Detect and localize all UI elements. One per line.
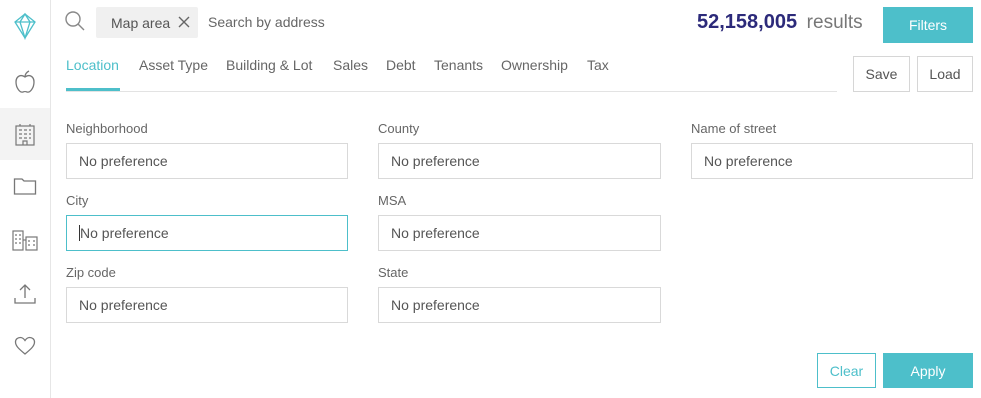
- apply-button[interactable]: Apply: [883, 353, 973, 388]
- results-summary: 52,158,005 results: [697, 11, 863, 34]
- clear-button[interactable]: Clear: [817, 353, 876, 388]
- city-field[interactable]: No preference: [66, 215, 348, 251]
- state-label: State: [378, 265, 409, 280]
- results-label: results: [806, 12, 863, 33]
- save-button[interactable]: Save: [853, 56, 910, 92]
- tab-building-lot[interactable]: Building & Lot: [226, 57, 312, 73]
- buildings-compare-icon[interactable]: [0, 214, 50, 266]
- search-icon[interactable]: [64, 10, 86, 32]
- building-icon[interactable]: [0, 108, 50, 160]
- logo-icon[interactable]: [0, 0, 50, 52]
- results-count: 52,158,005: [697, 11, 798, 33]
- folder-icon[interactable]: [0, 160, 50, 212]
- apple-icon[interactable]: [0, 56, 50, 108]
- county-label: County: [378, 121, 420, 136]
- zip-code-value: No preference: [79, 297, 168, 313]
- map-area-chip: Map area: [96, 7, 198, 38]
- tab-sales[interactable]: Sales: [333, 57, 368, 73]
- street-name-field[interactable]: No preference: [691, 143, 973, 179]
- state-field[interactable]: No preference: [378, 287, 661, 323]
- address-search-input[interactable]: [208, 10, 508, 34]
- active-tab-indicator: [66, 88, 120, 91]
- load-button[interactable]: Load: [917, 56, 973, 92]
- city-value: No preference: [80, 225, 169, 241]
- neighborhood-field[interactable]: No preference: [66, 143, 348, 179]
- county-field[interactable]: No preference: [378, 143, 661, 179]
- chip-label: Map area: [111, 14, 171, 31]
- zip-code-field[interactable]: No preference: [66, 287, 348, 323]
- tab-asset-type[interactable]: Asset Type: [139, 57, 208, 73]
- msa-field[interactable]: No preference: [378, 215, 661, 251]
- neighborhood-value: No preference: [79, 153, 168, 169]
- sidebar: [0, 0, 51, 398]
- tab-debt[interactable]: Debt: [386, 57, 416, 73]
- county-value: No preference: [391, 153, 480, 169]
- close-icon[interactable]: [177, 15, 191, 29]
- upload-icon[interactable]: [0, 268, 50, 320]
- tab-location[interactable]: Location: [66, 57, 119, 73]
- street-name-value: No preference: [704, 153, 793, 169]
- msa-value: No preference: [391, 225, 480, 241]
- filter-tabs: Location Asset Type Building & Lot Sales…: [66, 57, 837, 92]
- neighborhood-label: Neighborhood: [66, 121, 148, 136]
- filters-button[interactable]: Filters: [883, 7, 973, 43]
- tab-tax[interactable]: Tax: [587, 57, 609, 73]
- zip-code-label: Zip code: [66, 265, 116, 280]
- msa-label: MSA: [378, 193, 407, 208]
- state-value: No preference: [391, 297, 480, 313]
- tab-tenants[interactable]: Tenants: [434, 57, 483, 73]
- heart-icon[interactable]: [0, 320, 50, 372]
- tab-ownership[interactable]: Ownership: [501, 57, 568, 73]
- street-name-label: Name of street: [691, 121, 777, 136]
- city-label: City: [66, 193, 89, 208]
